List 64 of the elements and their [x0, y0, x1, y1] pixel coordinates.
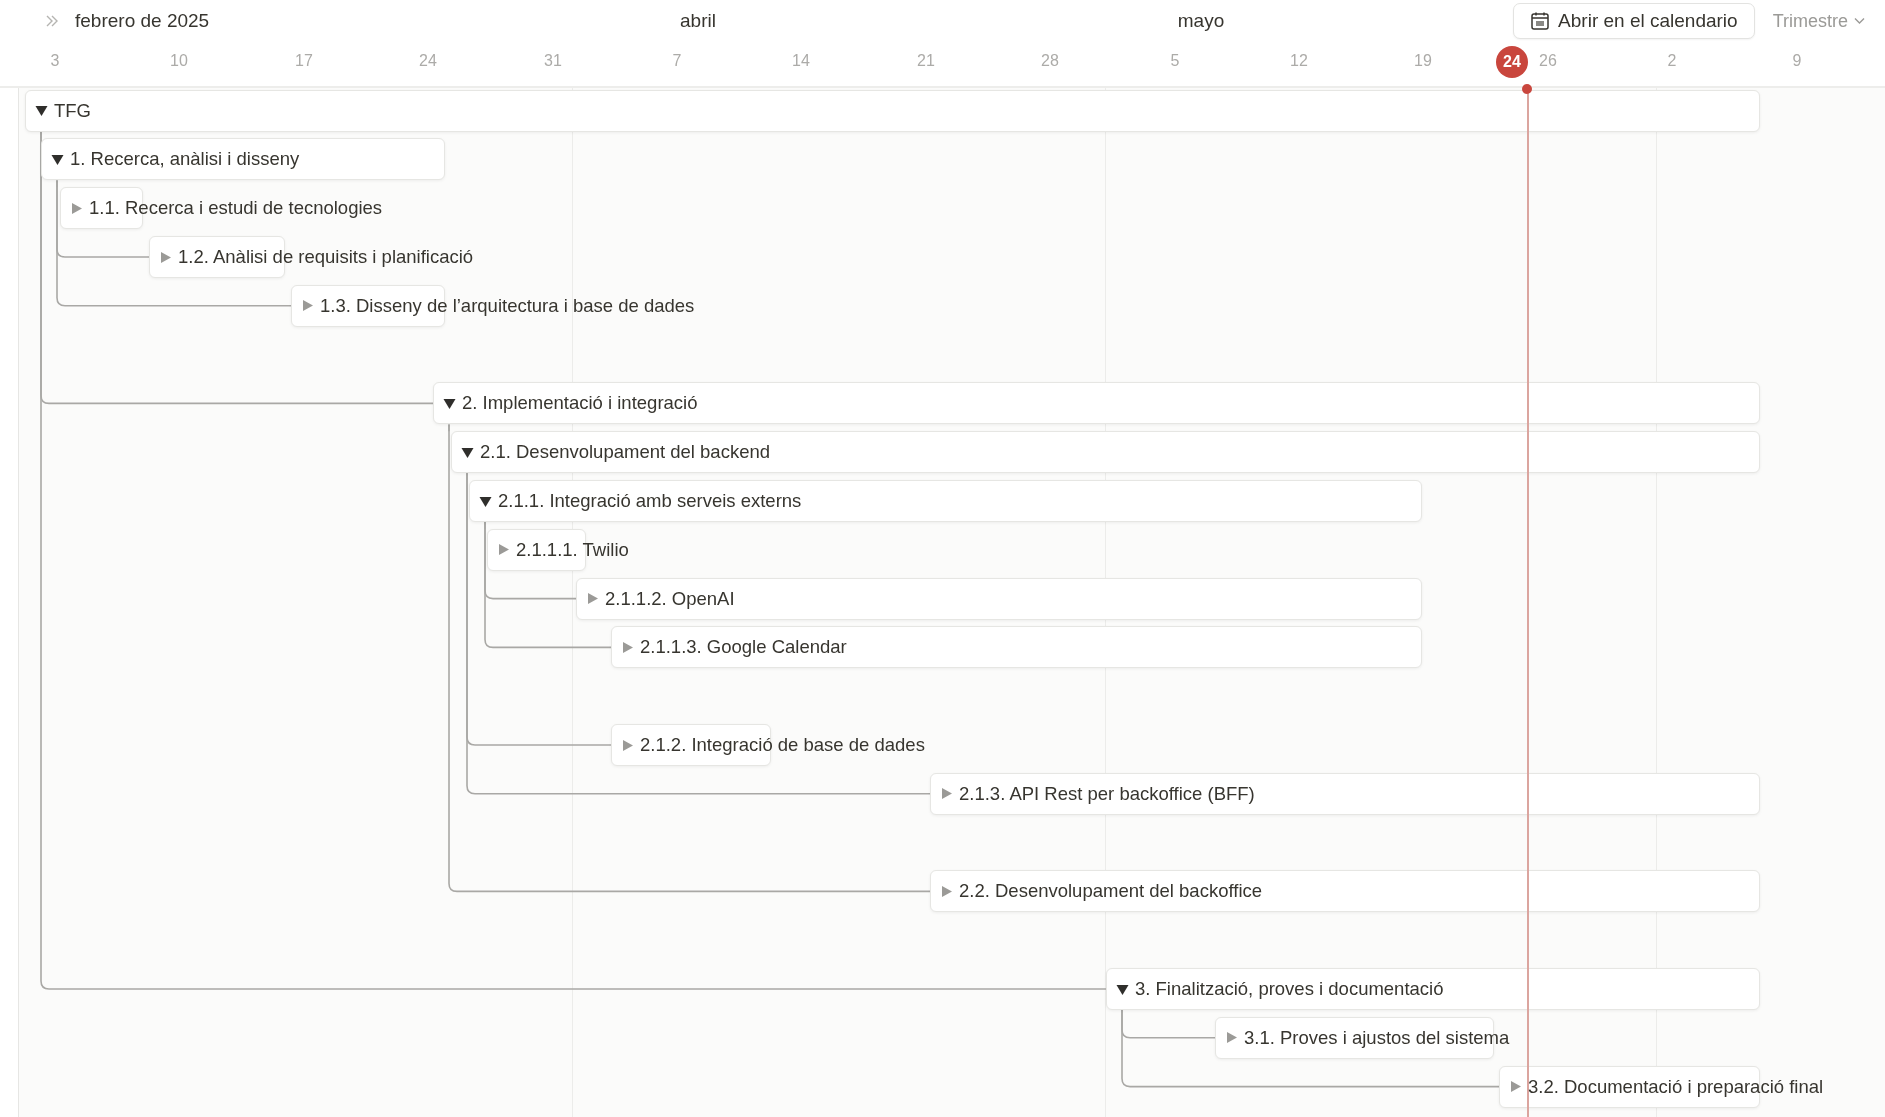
- triangle-right-icon[interactable]: [621, 738, 634, 752]
- week-label: 21: [917, 52, 935, 70]
- task-bar[interactable]: [930, 870, 1760, 913]
- today-badge: 24: [1496, 46, 1528, 78]
- task-bar[interactable]: [291, 284, 445, 327]
- task-title: 2.1.1.2. OpenAI: [605, 587, 735, 610]
- triangle-right-icon[interactable]: [70, 201, 83, 215]
- task-bar[interactable]: [469, 480, 1422, 522]
- week-label: 10: [170, 52, 188, 70]
- week-label: 3: [50, 52, 60, 70]
- week-label: 24: [419, 52, 437, 70]
- today-dot: [1522, 84, 1532, 94]
- task-title: 2.2. Desenvolupament del backoffice: [959, 880, 1263, 903]
- task-title: 3. Finalització, proves i documentació: [1135, 978, 1444, 1000]
- week-label: 2: [1667, 52, 1677, 70]
- week-label: 7: [672, 52, 682, 70]
- week-label: 26: [1539, 52, 1557, 70]
- triangle-down-icon[interactable]: [1116, 982, 1129, 996]
- month-label: mayo: [1177, 10, 1225, 32]
- triangle-right-icon[interactable]: [159, 250, 172, 264]
- triangle-right-icon[interactable]: [1225, 1031, 1238, 1045]
- month-label: febrero de 2025: [75, 10, 210, 32]
- triangle-down-icon[interactable]: [443, 396, 456, 410]
- triangle-right-icon[interactable]: [621, 640, 634, 654]
- task-title: 2. Implementació i integració: [462, 392, 698, 415]
- triangle-right-icon[interactable]: [940, 884, 953, 898]
- week-label: 9: [1792, 52, 1802, 70]
- triangle-right-icon[interactable]: [301, 299, 314, 313]
- task-bar[interactable]: [930, 772, 1760, 815]
- week-label: 12: [1290, 52, 1308, 70]
- triangle-down-icon[interactable]: [461, 445, 474, 459]
- task-title: 2.1. Desenvolupament del backend: [480, 441, 771, 464]
- week-label: 19: [1414, 52, 1432, 70]
- week-label: 28: [1041, 52, 1059, 70]
- task-bar[interactable]: [611, 724, 771, 766]
- triangle-right-icon[interactable]: [940, 787, 953, 801]
- calendar-icon: [1530, 11, 1551, 31]
- task-title: 2.1.2. Integració de base de dades: [640, 734, 925, 756]
- week-label: 17: [295, 52, 313, 70]
- task-title: 1. Recerca, anàlisi i disseny: [70, 148, 300, 171]
- task-title: 2.1.1.3. Google Calendar: [640, 636, 847, 659]
- task-title: 1.2. Anàlisi de requisits i planificació: [178, 246, 474, 268]
- triangle-right-icon[interactable]: [1509, 1080, 1522, 1094]
- task-title: 1.3. Disseny de l’arquitectura i base de dades: [320, 294, 695, 317]
- task-title: 2.1.1.1. Twilio: [516, 538, 629, 561]
- task-title: 3.1. Proves i ajustos del sistema: [1244, 1026, 1510, 1049]
- open-in-calendar-button[interactable]: Abrir en el calendario: [1513, 3, 1755, 39]
- triangle-down-icon[interactable]: [35, 104, 48, 118]
- task-bar[interactable]: [1106, 968, 1760, 1010]
- week-label: 14: [792, 52, 810, 70]
- month-label: abril: [680, 10, 716, 32]
- task-title: TFG: [54, 99, 91, 122]
- task-title: 2.1.1. Integració amb serveis externs: [498, 490, 802, 512]
- task-bar[interactable]: [41, 138, 445, 181]
- task-title: 1.1. Recerca i estudi de tecnologies: [89, 197, 383, 220]
- triangle-right-icon[interactable]: [497, 543, 510, 557]
- week-label: 5: [1170, 52, 1180, 70]
- task-title: 2.1.3. API Rest per backoffice (BFF): [959, 782, 1255, 805]
- chevron-down-icon: [1854, 17, 1865, 25]
- triangle-down-icon[interactable]: [51, 152, 64, 166]
- triangle-down-icon[interactable]: [479, 494, 492, 508]
- week-label: 31: [544, 52, 562, 70]
- triangle-right-icon[interactable]: [586, 592, 599, 606]
- task-title: 3.2. Documentació i preparació final: [1528, 1075, 1824, 1098]
